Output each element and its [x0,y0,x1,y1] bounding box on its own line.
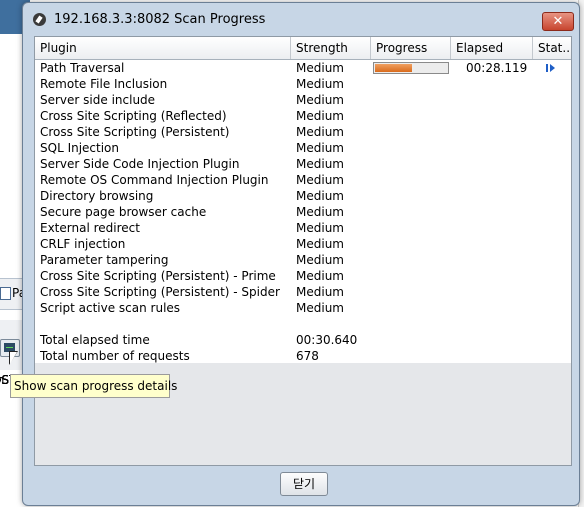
column-header-elapsed[interactable]: Elapsed [451,37,533,59]
summary-row-requests: Total number of requests 678 [35,348,571,364]
total-requests-label: Total number of requests [40,349,190,363]
table-row[interactable]: Secure page browser cache Medium [35,204,571,220]
close-button[interactable]: 닫기 [280,472,328,496]
plugin-name: Cross Site Scripting (Reflected) [40,109,227,123]
plugin-strength: Medium [296,237,344,251]
plugin-name: Server Side Code Injection Plugin [40,157,240,171]
table-row[interactable]: Server Side Code Injection Plugin Medium [35,156,571,172]
plugin-name: CRLF injection [40,237,126,251]
plugin-name: Remote File Inclusion [40,77,168,91]
plugin-name: Remote OS Command Injection Plugin [40,173,269,187]
plugin-name: Parameter tampering [40,253,169,267]
column-header-status[interactable]: Stat... [533,37,571,59]
total-elapsed-value: 00:30.640 [296,333,358,347]
plugin-strength: Medium [296,61,344,75]
table-row[interactable]: Script active scan rules Medium [35,300,571,316]
skip-icon[interactable] [546,64,556,72]
skip-icon-triangle [550,64,555,72]
plugin-name: Cross Site Scripting (Persistent) - Spid… [40,285,280,299]
plugin-name: Server side include [40,93,156,107]
progress-bar [373,62,449,74]
table-row[interactable]: Parameter tampering Medium [35,252,571,268]
table-row[interactable]: Server side include Medium [35,92,571,108]
plugin-name: Secure page browser cache [40,205,207,219]
plugin-strength: Medium [296,157,344,171]
plugin-name: External redirect [40,221,140,235]
plugin-name: SQL Injection [40,141,120,155]
skip-icon-bar [546,64,548,72]
table-row[interactable]: Directory browsing Medium [35,188,571,204]
table-row[interactable]: Remote OS Command Injection Plugin Medium [35,172,571,188]
plugin-name: Cross Site Scripting (Persistent) [40,125,230,139]
column-header-strength[interactable]: Strength [291,37,371,59]
plugin-strength: Medium [296,253,344,267]
plugin-strength: Medium [296,109,344,123]
plugin-strength: Medium [296,221,344,235]
scan-progress-table: Plugin Strength Progress Elapsed Stat...… [34,36,572,466]
table-row[interactable]: External redirect Medium [35,220,571,236]
mouse-cursor [10,352,17,364]
plugin-strength: Medium [296,189,344,203]
plugin-name: Cross Site Scripting (Persistent) - Prim… [40,269,276,283]
summary-row-elapsed: Total elapsed time 00:30.640 [35,332,571,348]
table-row[interactable]: Remote File Inclusion Medium [35,76,571,92]
column-header-progress[interactable]: Progress [371,37,451,59]
plugin-strength: Medium [296,125,344,139]
plugin-name: Path Traversal [40,61,125,75]
plugin-strength: Medium [296,141,344,155]
plugin-strength: Medium [296,173,344,187]
dialog-footer: 닫기 [34,465,570,505]
table-row[interactable]: SQL Injection Medium [35,140,571,156]
table-body: Total elapsed time 00:30.640 Total numbe… [35,60,571,363]
table-row[interactable]: Cross Site Scripting (Persistent) - Spid… [35,284,571,300]
dialog-titlebar[interactable]: 192.168.3.3:8082 Scan Progress ✕ [23,3,579,35]
table-row[interactable]: Cross Site Scripting (Reflected) Medium [35,108,571,124]
table-row[interactable]: Cross Site Scripting (Persistent) Medium [35,124,571,140]
close-icon[interactable]: ✕ [542,12,574,31]
progress-bar-fill [375,64,412,72]
dialog-title: 192.168.3.3:8082 Scan Progress [54,12,266,27]
plugin-elapsed: 00:28.119 [466,61,528,75]
tooltip: Show scan progress details [10,374,177,398]
total-requests-value: 678 [296,349,319,363]
scan-progress-dialog: 192.168.3.3:8082 Scan Progress ✕ Plugin … [22,2,580,506]
table-row[interactable]: CRLF injection Medium [35,236,571,252]
table-row[interactable]: Path Traversal Medium 00:28.119 [35,60,571,76]
app-icon [33,13,46,26]
total-elapsed-label: Total elapsed time [40,333,150,347]
table-row[interactable]: Cross Site Scripting (Persistent) - Prim… [35,268,571,284]
plugin-strength: Medium [296,285,344,299]
plugin-name: Script active scan rules [40,301,181,315]
table-header: Plugin Strength Progress Elapsed Stat... [35,37,571,60]
plugin-strength: Medium [296,77,344,91]
plugin-name: Directory browsing [40,189,154,203]
plugin-strength: Medium [296,205,344,219]
plugin-strength: Medium [296,301,344,315]
document-icon [0,287,11,300]
column-header-plugin[interactable]: Plugin [35,37,291,59]
plugin-strength: Medium [296,269,344,283]
plugin-strength: Medium [296,93,344,107]
